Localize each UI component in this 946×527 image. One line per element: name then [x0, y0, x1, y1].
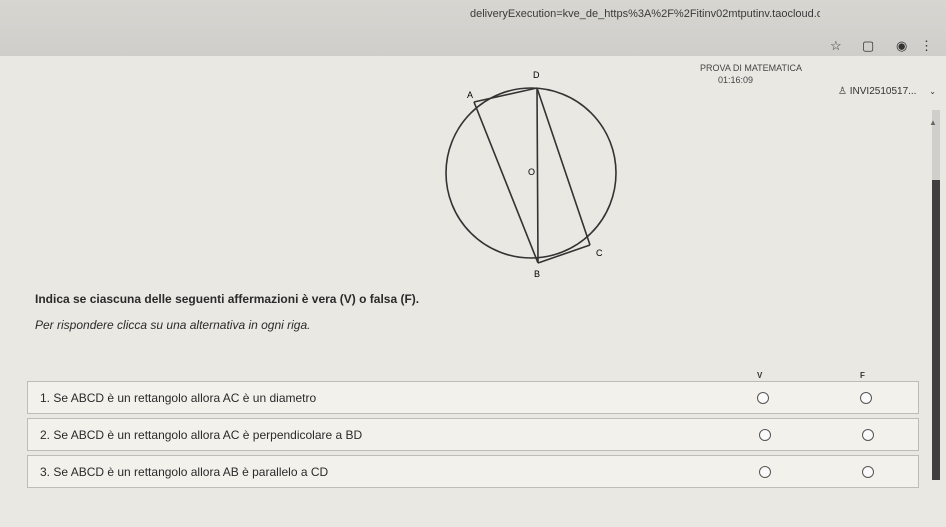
scroll-up-arrow-icon[interactable]: ▲	[929, 118, 937, 127]
browser-toolbar: deliveryExecution=kve_de_https%3A%2F%2Fi…	[0, 0, 946, 56]
geometry-figure: A D O C B	[445, 70, 617, 279]
label-d: D	[533, 70, 540, 80]
segment-c-b	[537, 244, 591, 264]
exam-title: PROVA DI MATEMATICA	[700, 63, 803, 73]
extension-icon[interactable]: ▢	[862, 38, 874, 54]
segment-b-a	[473, 101, 539, 264]
statement-row-2: 2. Se ABCD è un rettangolo allora AC è p…	[27, 418, 919, 451]
user-icon: ♙	[838, 86, 847, 97]
statement-text: 2. Se ABCD è un rettangolo allora AC è p…	[40, 428, 363, 442]
radio-false-2[interactable]	[862, 429, 874, 441]
statement-text: 3. Se ABCD è un rettangolo allora AB è p…	[40, 465, 329, 479]
scrollbar-thumb[interactable]	[932, 180, 940, 480]
radio-false-1[interactable]	[860, 392, 872, 404]
column-header-f: F	[860, 371, 865, 380]
radio-true-1[interactable]	[757, 392, 769, 404]
segment-b-d	[536, 87, 539, 264]
chevron-down-icon: ⌄	[929, 87, 936, 96]
timer: 01:16:09	[718, 75, 754, 85]
bookmark-star-icon[interactable]: ☆	[830, 38, 842, 54]
menu-icon[interactable]: ⋮	[920, 38, 933, 54]
question-instruction: Indica se ciascuna delle seguenti afferm…	[35, 292, 420, 306]
label-b: B	[534, 269, 540, 279]
statement-text: 1. Se ABCD è un rettangolo allora AC è u…	[40, 391, 317, 405]
user-menu[interactable]: ♙ INVI2510517... ⌄	[838, 86, 936, 97]
segment-d-c	[536, 87, 591, 246]
radio-true-3[interactable]	[759, 466, 771, 478]
radio-true-2[interactable]	[759, 429, 771, 441]
user-id: INVI2510517...	[849, 86, 917, 97]
label-o: O	[528, 167, 535, 177]
segment-a-d	[473, 87, 538, 103]
statement-row-1: 1. Se ABCD è un rettangolo allora AC è u…	[27, 381, 919, 414]
exam-header: PROVA DI MATEMATICA 01:16:09	[700, 62, 802, 86]
radio-false-3[interactable]	[862, 466, 874, 478]
column-header-v: V	[757, 371, 763, 380]
address-bar[interactable]: deliveryExecution=kve_de_https%3A%2F%2Fi…	[470, 8, 820, 20]
label-a: A	[467, 90, 473, 100]
label-c: C	[596, 248, 603, 258]
question-subinstruction: Per rispondere clicca su una alternativa…	[35, 318, 311, 332]
statement-row-3: 3. Se ABCD è un rettangolo allora AB è p…	[27, 455, 919, 488]
profile-icon[interactable]: ◉	[896, 38, 907, 54]
